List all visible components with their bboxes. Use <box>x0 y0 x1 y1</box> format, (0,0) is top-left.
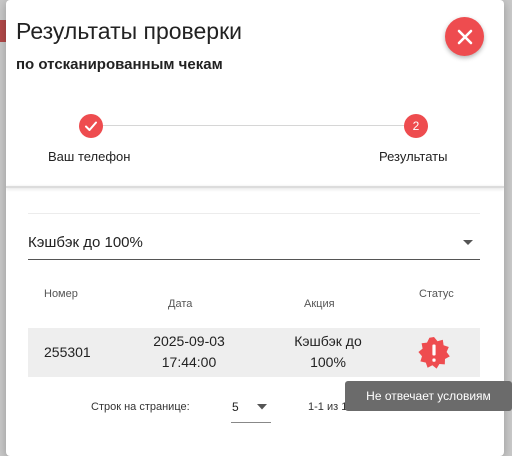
close-icon <box>457 29 472 44</box>
step-phone-label: Ваш телефон <box>48 149 131 164</box>
pagination-range: 1-1 из 1 <box>308 401 348 413</box>
receipt-number: 255301 <box>44 344 91 360</box>
promo-filter-select[interactable]: Кэшбэк до 100% <box>28 228 480 260</box>
step-phone-completed <box>79 114 103 138</box>
check-icon <box>85 121 97 131</box>
column-header-number: Номер <box>44 288 78 300</box>
receipt-promo-line2: 100% <box>310 354 346 370</box>
dialog-title: Результаты проверки <box>16 18 243 44</box>
table-row[interactable]: 255301 2025-09-03 17:44:00 Кэшбэк до 100… <box>28 328 480 377</box>
receipt-date-day: 2025-09-03 <box>153 333 225 349</box>
rows-per-page-label: Строк на странице: <box>91 401 190 413</box>
receipt-promo-line1: Кэшбэк до <box>294 333 362 349</box>
receipt-promo: Кэшбэк до 100% <box>280 331 376 373</box>
column-header-promo: Акция <box>304 298 335 310</box>
receipt-date-time: 17:44:00 <box>161 354 217 370</box>
chevron-down-icon <box>463 240 473 245</box>
chevron-down-icon <box>257 404 267 410</box>
warning-badge-icon[interactable] <box>417 336 451 370</box>
stepper-connector <box>102 125 408 126</box>
promo-filter-value: Кэшбэк до 100% <box>28 234 143 251</box>
step-number: 2 <box>412 119 420 133</box>
header-divider <box>6 186 504 188</box>
column-header-status: Статус <box>419 288 454 300</box>
rows-per-page-value: 5 <box>232 400 239 414</box>
receipt-date: 2025-09-03 17:44:00 <box>126 331 252 373</box>
step-results-active: 2 <box>404 114 428 138</box>
column-header-date: Дата <box>168 298 193 310</box>
dialog-subtitle: по отсканированным чекам <box>16 56 223 73</box>
section-divider <box>28 213 480 214</box>
close-button[interactable] <box>445 17 484 56</box>
rows-per-page-select[interactable]: 5 <box>231 392 271 423</box>
status-tooltip: Не отвечает условиям <box>345 381 512 411</box>
step-results-label: Результаты <box>379 149 448 164</box>
